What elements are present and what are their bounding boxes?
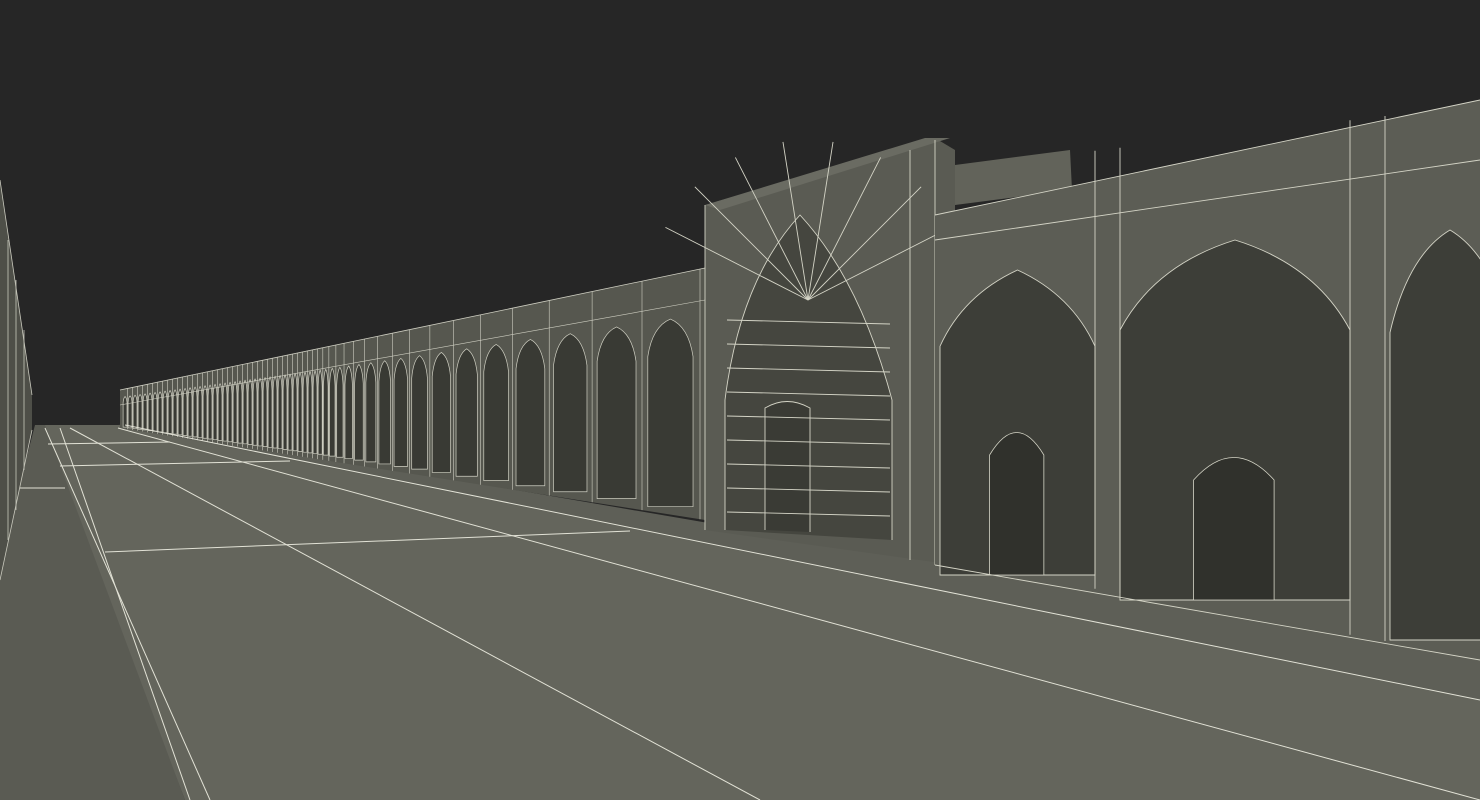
far-arch — [127, 395, 133, 429]
arcade-scene — [0, 0, 1480, 800]
far-arch — [217, 383, 223, 441]
far-arch — [252, 378, 258, 446]
far-arch — [596, 326, 637, 499]
far-arch — [378, 360, 391, 465]
far-arch — [212, 383, 218, 441]
far-arch — [307, 370, 313, 454]
far-arch — [192, 386, 198, 438]
far-arch — [122, 396, 128, 428]
far-arch — [329, 367, 336, 457]
far-arch — [393, 357, 408, 467]
far-arch — [282, 374, 288, 450]
far-arch — [647, 318, 694, 508]
far-arch — [267, 376, 273, 448]
render-viewport — [0, 0, 1480, 800]
far-arch — [202, 385, 208, 439]
far-arch — [365, 362, 377, 463]
far-arch — [187, 387, 193, 437]
far-arch — [302, 371, 308, 453]
far-arch — [147, 392, 153, 431]
far-arch — [167, 389, 173, 434]
far-arch — [207, 384, 213, 440]
far-arch — [287, 373, 293, 451]
far-arch — [312, 370, 318, 454]
far-arch — [232, 381, 238, 443]
far-arch — [222, 382, 228, 442]
far-arch — [515, 339, 546, 487]
far-arch — [483, 344, 509, 481]
far-arch — [336, 366, 344, 458]
far-arch — [242, 379, 248, 445]
far-arch — [262, 376, 268, 447]
far-arch — [354, 363, 364, 461]
far-arch — [297, 372, 303, 452]
far-arch — [142, 393, 148, 431]
far-arch — [317, 369, 323, 455]
far-arch — [237, 380, 243, 444]
far-arch — [182, 387, 188, 436]
far-arch — [455, 348, 478, 477]
far-arch — [247, 378, 253, 445]
near-arch-3 — [1389, 229, 1480, 641]
far-arch — [227, 381, 233, 443]
far-arch — [177, 388, 183, 436]
far-arch — [323, 368, 329, 456]
near-doorway-1 — [989, 432, 1045, 576]
far-arch — [344, 365, 353, 459]
far-arch — [411, 355, 428, 470]
far-arch — [172, 389, 178, 435]
far-arch — [292, 372, 298, 452]
portal-door — [765, 401, 810, 532]
far-arch — [137, 394, 143, 430]
near-doorway-2 — [1193, 457, 1275, 601]
far-arch — [272, 375, 278, 449]
far-arch — [257, 377, 263, 447]
far-arch — [553, 333, 588, 493]
far-arch — [132, 394, 138, 429]
far-arch — [197, 385, 203, 438]
far-arch — [431, 352, 451, 473]
far-arch — [277, 374, 283, 450]
